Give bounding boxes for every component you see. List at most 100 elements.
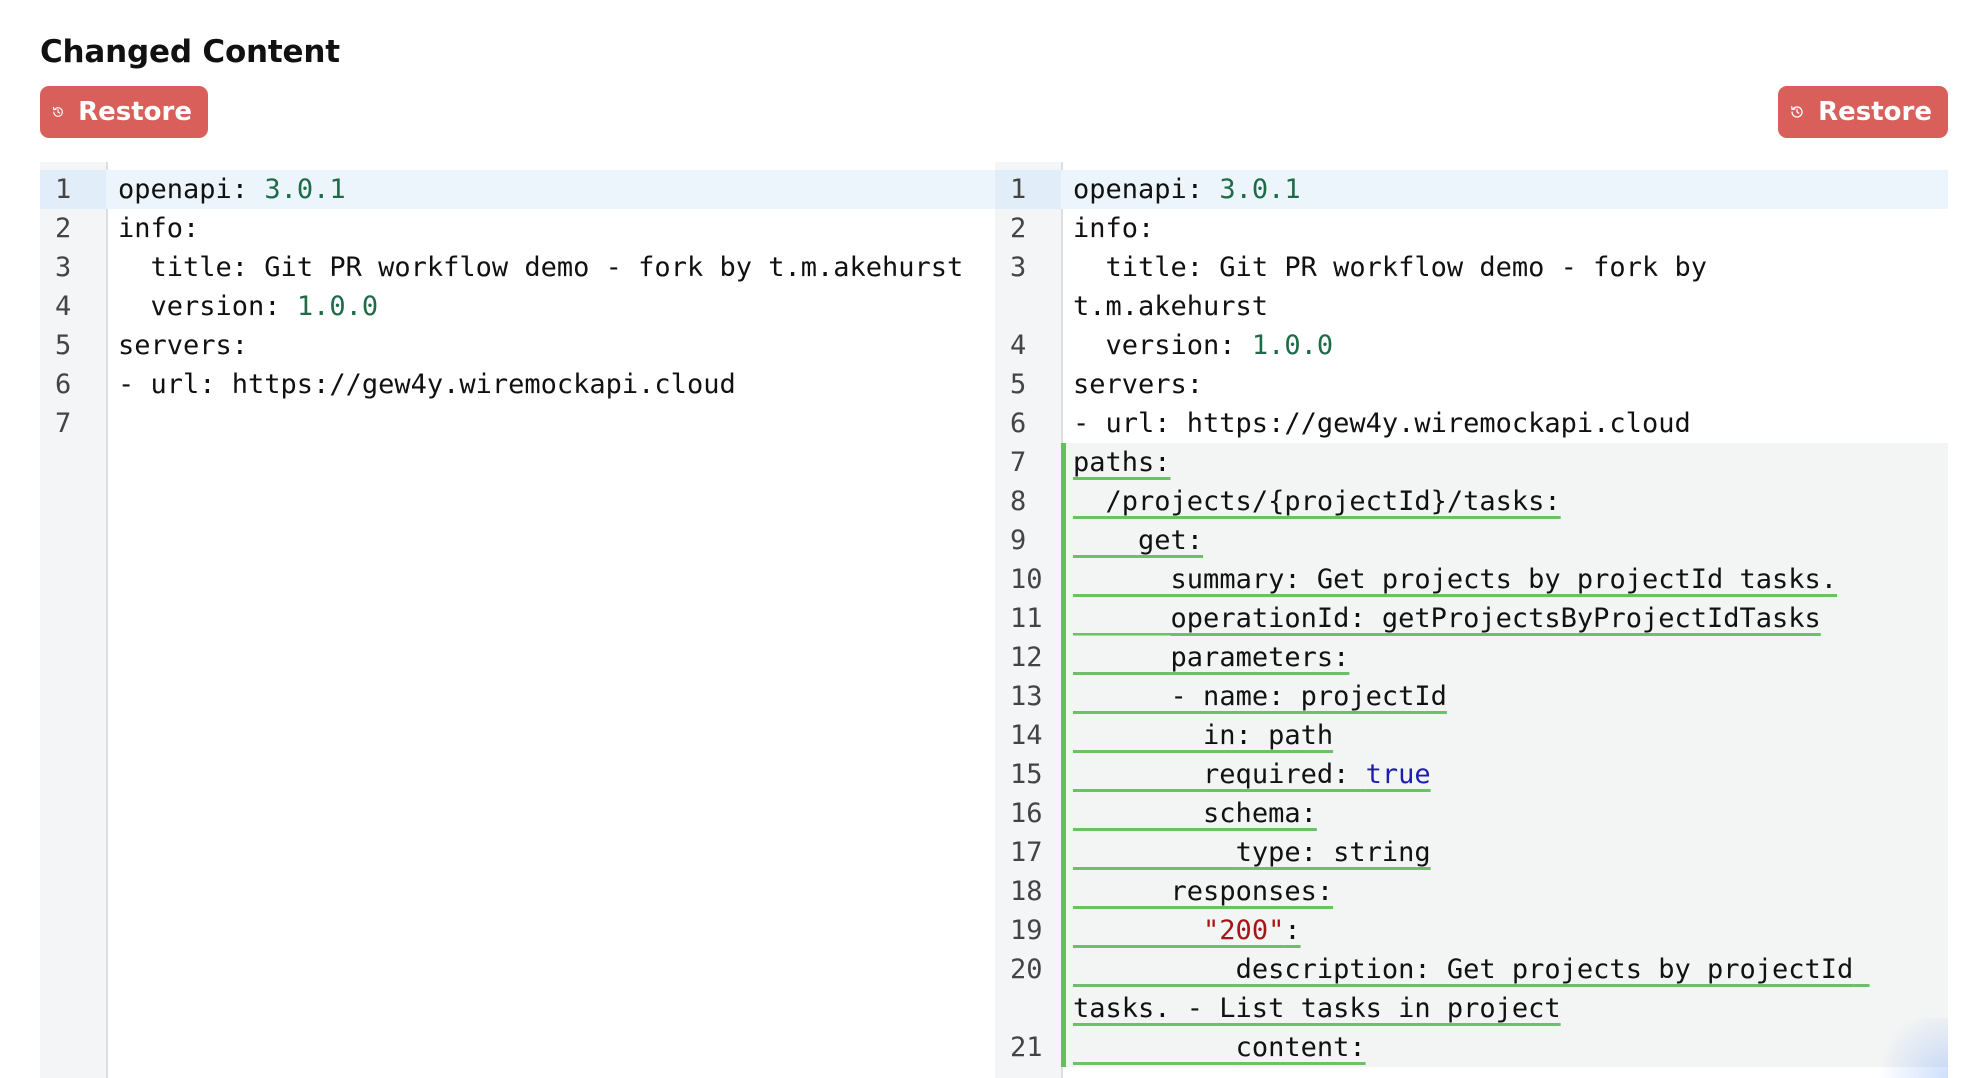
- code-line[interactable]: 15 required: true: [995, 755, 1948, 794]
- line-text: title: Git PR workflow demo - fork by t.…: [1061, 248, 1948, 326]
- code-line[interactable]: 5 servers:: [995, 365, 1948, 404]
- code-line[interactable]: 17 type: string: [995, 833, 1948, 872]
- line-content: get:: [1073, 525, 1203, 556]
- modified-code-pane[interactable]: 1 openapi: 3.0.1 2 info: 3 title: Git PR wor…: [995, 162, 1948, 1078]
- line-number: 7: [1010, 447, 1027, 478]
- code-lines: 1 openapi: 3.0.1 2 info: 3 title: Git PR wor…: [40, 170, 995, 443]
- code-token: type: string: [1073, 837, 1431, 868]
- line-number: 7: [55, 408, 72, 439]
- code-token: description: Get projects by projectId t…: [1073, 954, 1870, 1024]
- code-token: /projects/{projectId}/tasks:: [1073, 486, 1561, 517]
- line-number: 5: [55, 330, 72, 361]
- code-token: summary: Get projects by projectId tasks…: [1073, 564, 1838, 595]
- code-line[interactable]: 21 content:: [995, 1028, 1948, 1067]
- code-line[interactable]: 6 - url: https://gew4y.wiremockapi.cloud: [40, 365, 995, 404]
- line-content: title: Git PR workflow demo - fork by t.…: [1073, 252, 1723, 322]
- code-token: openapi:: [1073, 174, 1220, 205]
- code-line[interactable]: 2 info:: [995, 209, 1948, 248]
- code-token: schema:: [1073, 798, 1317, 829]
- line-text: openapi: 3.0.1: [106, 170, 995, 209]
- code-line[interactable]: 8 /projects/{projectId}/tasks:: [995, 482, 1948, 521]
- line-number: 14: [1010, 720, 1043, 751]
- line-text: version: 1.0.0: [1061, 326, 1948, 365]
- code-line[interactable]: 10 summary: Get projects by projectId ta…: [995, 560, 1948, 599]
- restore-right-button[interactable]: Restore: [1778, 86, 1948, 138]
- code-line[interactable]: 20 description: Get projects by projectI…: [995, 950, 1948, 1028]
- code-line[interactable]: 5 servers:: [40, 326, 995, 365]
- line-number: 20: [1010, 954, 1043, 985]
- line-content: servers:: [118, 330, 248, 361]
- line-text: responses:: [1061, 872, 1948, 911]
- code-line[interactable]: 4 version: 1.0.0: [995, 326, 1948, 365]
- code-token: servers:: [118, 330, 249, 361]
- code-line[interactable]: 16 schema:: [995, 794, 1948, 833]
- line-content: operationId: getProjectsByProjectIdTasks: [1073, 603, 1821, 634]
- number-token: 1.0.0: [1251, 330, 1334, 361]
- line-text: servers:: [106, 326, 995, 365]
- line-number: 17: [1010, 837, 1043, 868]
- code-line[interactable]: 7 paths:: [995, 443, 1948, 482]
- code-line[interactable]: 11 operationId: getProjectsByProjectIdTa…: [995, 599, 1948, 638]
- string-token: "200": [1203, 915, 1285, 946]
- code-token: required:: [1073, 759, 1366, 790]
- restore-left-button[interactable]: Restore: [40, 86, 208, 138]
- code-line[interactable]: 6 - url: https://gew4y.wiremockapi.cloud: [995, 404, 1948, 443]
- line-content: content:: [1073, 1032, 1366, 1063]
- code-token: title: Git PR workflow demo - fork by t.…: [118, 252, 964, 283]
- code-line[interactable]: 4 version: 1.0.0: [40, 287, 995, 326]
- code-line[interactable]: 12 parameters:: [995, 638, 1948, 677]
- code-token: info:: [118, 213, 200, 244]
- code-line[interactable]: 3 title: Git PR workflow demo - fork by …: [40, 248, 995, 287]
- line-text: openapi: 3.0.1: [1061, 170, 1948, 209]
- line-text: - url: https://gew4y.wiremockapi.cloud: [1061, 404, 1948, 443]
- line-number: 19: [1010, 915, 1043, 946]
- code-token: get:: [1073, 525, 1204, 556]
- line-number: 13: [1010, 681, 1043, 712]
- line-text: paths:: [1061, 443, 1948, 482]
- code-token: in: path: [1073, 720, 1334, 751]
- line-number: 6: [1010, 408, 1027, 439]
- line-number: 18: [1010, 876, 1043, 907]
- line-content: in: path: [1073, 720, 1333, 751]
- code-line[interactable]: 19 "200":: [995, 911, 1948, 950]
- line-text: in: path: [1061, 716, 1948, 755]
- line-content: servers:: [1073, 369, 1203, 400]
- code-line[interactable]: 18 responses:: [995, 872, 1948, 911]
- page-title: Changed Content: [40, 34, 340, 70]
- line-content: parameters:: [1073, 642, 1350, 673]
- restore-right-label: Restore: [1818, 97, 1932, 127]
- code-line[interactable]: 2 info:: [40, 209, 995, 248]
- code-line[interactable]: 1 openapi: 3.0.1: [995, 170, 1948, 209]
- code-token: - url: https://gew4y.wiremockapi.cloud: [118, 369, 736, 400]
- line-number: 4: [55, 291, 72, 322]
- code-token: version:: [118, 291, 297, 322]
- line-number: 2: [1010, 213, 1027, 244]
- code-line[interactable]: 9 get:: [995, 521, 1948, 560]
- line-number: 2: [55, 213, 72, 244]
- code-line[interactable]: 14 in: path: [995, 716, 1948, 755]
- line-text: operationId: getProjectsByProjectIdTasks: [1061, 599, 1948, 638]
- line-number: 4: [1010, 330, 1027, 361]
- line-number: 9: [1010, 525, 1027, 556]
- code-lines: 1 openapi: 3.0.1 2 info: 3 title: Git PR wor…: [995, 170, 1948, 1067]
- code-line[interactable]: 13 - name: projectId: [995, 677, 1948, 716]
- line-text: description: Get projects by projectId t…: [1061, 950, 1948, 1028]
- line-number: 1: [995, 170, 1061, 209]
- line-text: get:: [1061, 521, 1948, 560]
- code-line[interactable]: 3 title: Git PR workflow demo - fork by …: [995, 248, 1948, 326]
- scroll-fade: [1868, 1018, 1948, 1078]
- line-content: summary: Get projects by projectId tasks…: [1073, 564, 1837, 595]
- line-text: /projects/{projectId}/tasks:: [1061, 482, 1948, 521]
- line-text: - url: https://gew4y.wiremockapi.cloud: [106, 365, 995, 404]
- line-content: /projects/{projectId}/tasks:: [1073, 486, 1561, 517]
- line-number: 21: [1010, 1032, 1043, 1063]
- code-token: version:: [1073, 330, 1252, 361]
- code-line[interactable]: 1 openapi: 3.0.1: [40, 170, 995, 209]
- code-line[interactable]: 7​: [40, 404, 995, 443]
- line-text: info:: [106, 209, 995, 248]
- line-text: title: Git PR workflow demo - fork by t.…: [106, 248, 995, 287]
- line-content: - url: https://gew4y.wiremockapi.cloud: [1073, 408, 1691, 439]
- line-content: version: 1.0.0: [118, 291, 379, 322]
- original-code-pane[interactable]: 1 openapi: 3.0.1 2 info: 3 title: Git PR wor…: [40, 162, 995, 1078]
- line-text: servers:: [1061, 365, 1948, 404]
